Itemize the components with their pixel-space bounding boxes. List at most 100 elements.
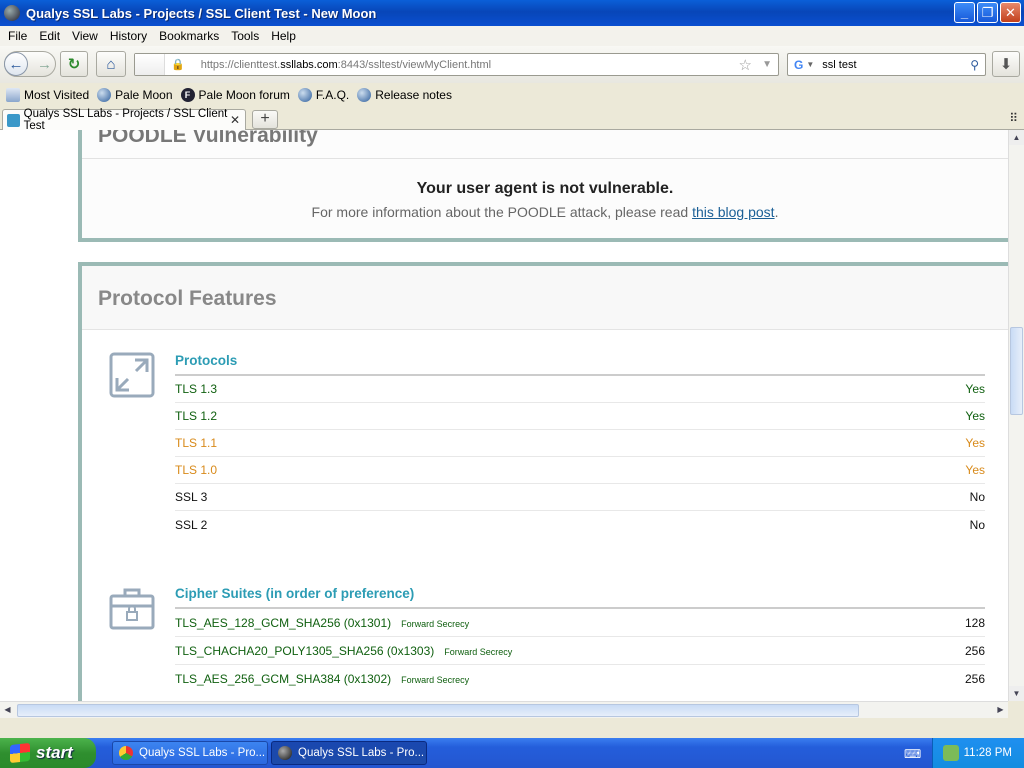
maximize-button[interactable]: ❐: [977, 2, 998, 23]
home-icon: ⌂: [106, 55, 116, 73]
minimize-button[interactable]: _: [954, 2, 975, 23]
bookmark-pale-moon-forum[interactable]: F Pale Moon forum: [180, 88, 290, 102]
window-title: Qualys SSL Labs - Projects / SSL Client …: [26, 5, 377, 21]
protocol-row: SSL 3 No: [175, 484, 985, 511]
menu-bar: File Edit View History Bookmarks Tools H…: [0, 26, 1024, 46]
list-all-tabs-icon[interactable]: ⠿: [1009, 111, 1018, 125]
vertical-scrollbar[interactable]: ▲ ▼: [1008, 130, 1024, 701]
horizontal-scroll-thumb[interactable]: [17, 704, 859, 717]
clock[interactable]: 11:28 PM: [964, 747, 1012, 759]
taskbar-button-chrome[interactable]: Qualys SSL Labs - Pro...: [112, 741, 268, 765]
forward-secrecy-tag: Forward Secrecy: [401, 618, 470, 629]
protocol-row: TLS 1.3 Yes: [175, 376, 985, 403]
bookmark-release-notes[interactable]: Release notes: [357, 88, 452, 102]
horizontal-scrollbar[interactable]: ◀ ▶: [0, 701, 1008, 718]
cipher-name: TLS_CHACHA20_POLY1305_SHA256 (0x1303): [175, 643, 435, 658]
protocols-table: TLS 1.3 Yes TLS 1.2 Yes TLS 1.1 Yes TLS 1.0 Yes…: [175, 376, 985, 538]
scroll-down-icon[interactable]: ▼: [1009, 686, 1024, 701]
protocol-row: TLS 1.2 Yes: [175, 403, 985, 430]
reload-button[interactable]: ↻: [60, 51, 88, 77]
cipher-bits: 256: [964, 643, 985, 658]
engine-dropdown-icon[interactable]: ▼: [806, 60, 814, 69]
tab-label: Qualys SSL Labs - Projects / SSL Client …: [23, 108, 228, 132]
windows-taskbar: start Qualys SSL Labs - Pro... Qualys SS…: [0, 738, 1024, 768]
protocol-support: Yes: [965, 382, 985, 396]
forward-secrecy-tag: Forward Secrecy: [444, 646, 513, 657]
menu-edit[interactable]: Edit: [33, 29, 66, 43]
close-tab-icon[interactable]: ✕: [230, 113, 240, 127]
poodle-card: POODLE Vulnerability Your user agent is …: [78, 130, 1008, 242]
url-text[interactable]: https://clienttest.ssllabs.com:8443/sslt…: [201, 59, 491, 71]
protocol-name: TLS 1.3: [175, 382, 218, 396]
forward-arrow-icon[interactable]: →: [37, 56, 52, 73]
start-button[interactable]: start: [0, 738, 96, 768]
menu-view[interactable]: View: [66, 29, 104, 43]
address-bar[interactable]: 🔒 https://clienttest.ssllabs.com:8443/ss…: [134, 53, 779, 76]
forward-secrecy-tag: Forward Secrecy: [401, 675, 470, 685]
identity-box[interactable]: [135, 54, 165, 75]
protocol-name: SSL 2: [175, 517, 208, 532]
scroll-left-icon[interactable]: ◀: [0, 702, 15, 718]
system-tray: 11:28 PM: [932, 738, 1024, 768]
home-button[interactable]: ⌂: [96, 51, 126, 77]
protocol-support: Yes: [965, 463, 985, 477]
url-dropdown-icon[interactable]: ▼: [762, 59, 772, 70]
blog-post-link[interactable]: this blog post: [692, 204, 775, 220]
globe-icon: [297, 88, 312, 102]
protocol-name: SSL 3: [175, 490, 208, 504]
bookmarks-toolbar: Most Visited Pale Moon F Pale Moon forum …: [0, 83, 1024, 107]
search-box[interactable]: G ▼ ssl test ⚲: [787, 53, 986, 76]
menu-help[interactable]: Help: [265, 29, 302, 43]
protocol-row: TLS 1.1 Yes: [175, 430, 985, 457]
new-tab-button[interactable]: +: [252, 110, 278, 129]
taskbar-button-pale-moon[interactable]: Qualys SSL Labs - Pro...: [271, 741, 427, 765]
poodle-message: Your user agent is not vulnerable.: [416, 180, 674, 197]
briefcase-lock-icon: [109, 588, 155, 630]
back-arrow-icon[interactable]: ←: [4, 52, 28, 76]
cipher-name: TLS_AES_128_GCM_SHA256 (0x1301): [175, 615, 392, 630]
protocols-section: Protocols TLS 1.3 Yes TLS 1.2 Yes TLS 1.1 Yes…: [175, 353, 985, 538]
cipher-suites-title: Cipher Suites (in order of preference): [175, 586, 985, 609]
vertical-scroll-thumb[interactable]: [1010, 327, 1023, 415]
protocol-name: TLS 1.2: [175, 409, 218, 423]
bookmark-pale-moon[interactable]: Pale Moon: [97, 88, 173, 102]
network-icon[interactable]: [943, 745, 959, 761]
downloads-button[interactable]: ⬇: [992, 51, 1020, 77]
cipher-row: TLS_AES_128_GCM_SHA256 (0x1301) Forward S…: [175, 609, 985, 637]
keyboard-icon[interactable]: ⌨: [904, 747, 921, 761]
protocol-features-card: Protocol Features Protocols TLS 1.3 Yes TL…: [78, 262, 1008, 701]
protocol-name: TLS 1.0: [175, 463, 218, 477]
tab-bar: Qualys SSL Labs - Projects / SSL Client …: [0, 107, 1024, 132]
protocol-features-heading: Protocol Features: [82, 266, 1008, 330]
protocol-name: TLS 1.1: [175, 436, 218, 450]
globe-icon: [357, 88, 372, 102]
protocol-row: SSL 2 No: [175, 511, 985, 538]
menu-file[interactable]: File: [2, 29, 33, 43]
cipher-suites-section: Cipher Suites (in order of preference) T…: [175, 586, 985, 693]
menu-tools[interactable]: Tools: [225, 29, 265, 43]
folder-icon: [6, 88, 20, 102]
pale-moon-icon: [278, 746, 292, 760]
cipher-row: TLS_AES_256_GCM_SHA384 (0x1302) Forward S…: [175, 665, 985, 693]
window-titlebar: Qualys SSL Labs - Projects / SSL Client …: [0, 0, 1024, 26]
protocol-support: No: [969, 490, 985, 504]
forum-icon: F: [180, 88, 195, 102]
protocol-support: Yes: [965, 409, 985, 423]
search-icon[interactable]: ⚲: [970, 58, 979, 72]
menu-bookmarks[interactable]: Bookmarks: [153, 29, 225, 43]
google-engine-icon[interactable]: G: [794, 58, 803, 72]
search-input[interactable]: ssl test: [822, 59, 856, 71]
tab-active[interactable]: Qualys SSL Labs - Projects / SSL Client …: [2, 108, 246, 132]
menu-history[interactable]: History: [104, 29, 153, 43]
scroll-up-icon[interactable]: ▲: [1009, 130, 1024, 145]
lock-icon[interactable]: 🔒: [171, 58, 185, 71]
cipher-suites-table: TLS_AES_128_GCM_SHA256 (0x1301) Forward S…: [175, 609, 985, 693]
scroll-right-icon[interactable]: ▶: [993, 702, 1008, 718]
chrome-icon: [119, 746, 133, 760]
page-viewport: POODLE Vulnerability Your user agent is …: [0, 130, 1008, 701]
bookmark-most-visited[interactable]: Most Visited: [6, 88, 89, 102]
bookmark-faq[interactable]: F.A.Q.: [297, 88, 349, 102]
cipher-name: TLS_AES_256_GCM_SHA384 (0x1302): [175, 672, 392, 686]
close-button[interactable]: ✕: [1000, 2, 1021, 23]
bookmark-star-icon[interactable]: ☆: [739, 56, 752, 74]
